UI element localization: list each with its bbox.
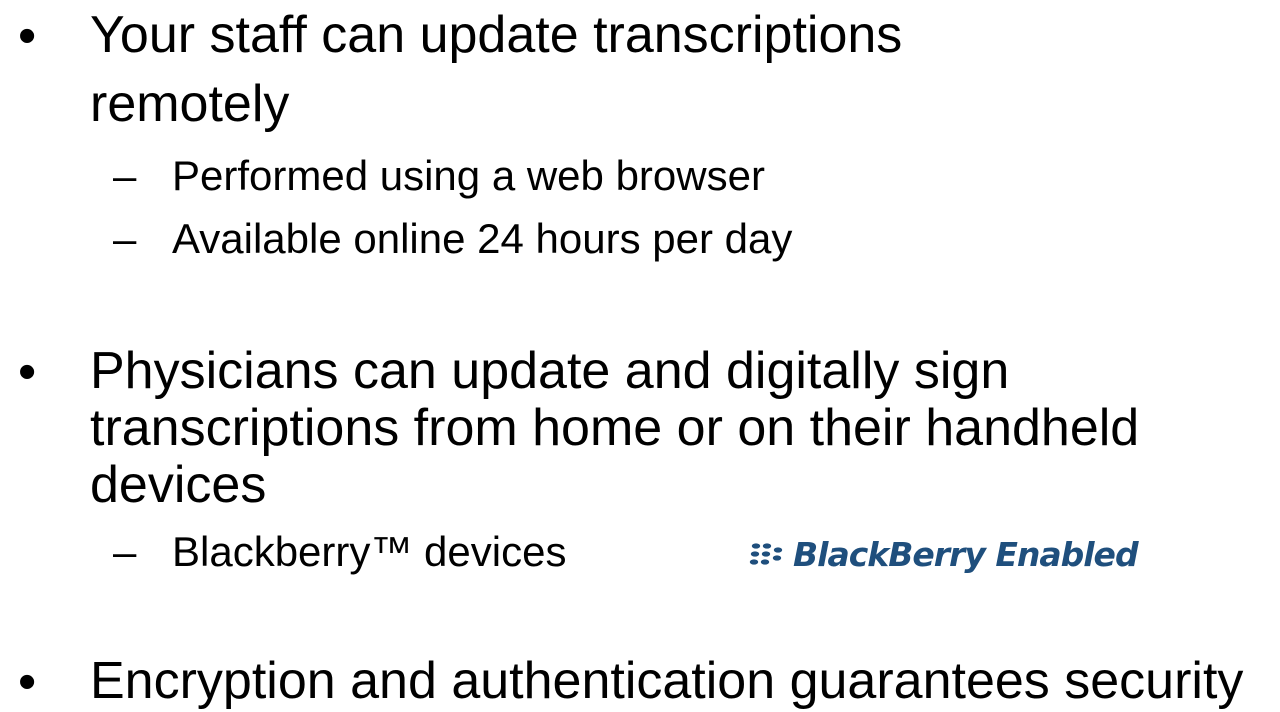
sub-bullet-marker: – xyxy=(113,152,137,199)
sub-item-text: Blackberry™ devices xyxy=(172,528,567,575)
sub-item-text: Performed using a web browser xyxy=(172,152,765,199)
bullet-text-line: devices xyxy=(90,456,267,514)
bullet-text-line: Encryption and authentication guarantees… xyxy=(90,652,1244,710)
bullet-text-line: Physicians can update and digitally sign xyxy=(90,342,1010,400)
blackberry-enabled-logo: BlackBerry Enabled xyxy=(747,532,1139,576)
bullet-marker: • xyxy=(18,343,37,401)
sub-item-text: Available online 24 hours per day xyxy=(172,215,793,262)
sub-item-available-online: – Available online 24 hours per day xyxy=(0,211,1280,267)
bullet-text-line: Your staff can update transcriptions xyxy=(90,6,903,64)
blackberry-enabled-text: BlackBerry Enabled xyxy=(793,534,1139,574)
sub-bullet-marker: – xyxy=(113,528,137,575)
bullet-text-line: transcriptions from home or on their han… xyxy=(90,399,1140,457)
blackberry-logo-icon xyxy=(749,543,783,565)
bullet-marker: • xyxy=(18,7,37,65)
bullet-text-line: remotely xyxy=(90,75,290,133)
sub-item-web-browser: – Performed using a web browser xyxy=(0,148,1280,204)
sub-bullet-marker: – xyxy=(113,215,137,262)
bullet-marker: • xyxy=(18,653,37,711)
slide: • Your staff can update transcriptions r… xyxy=(0,0,1280,711)
